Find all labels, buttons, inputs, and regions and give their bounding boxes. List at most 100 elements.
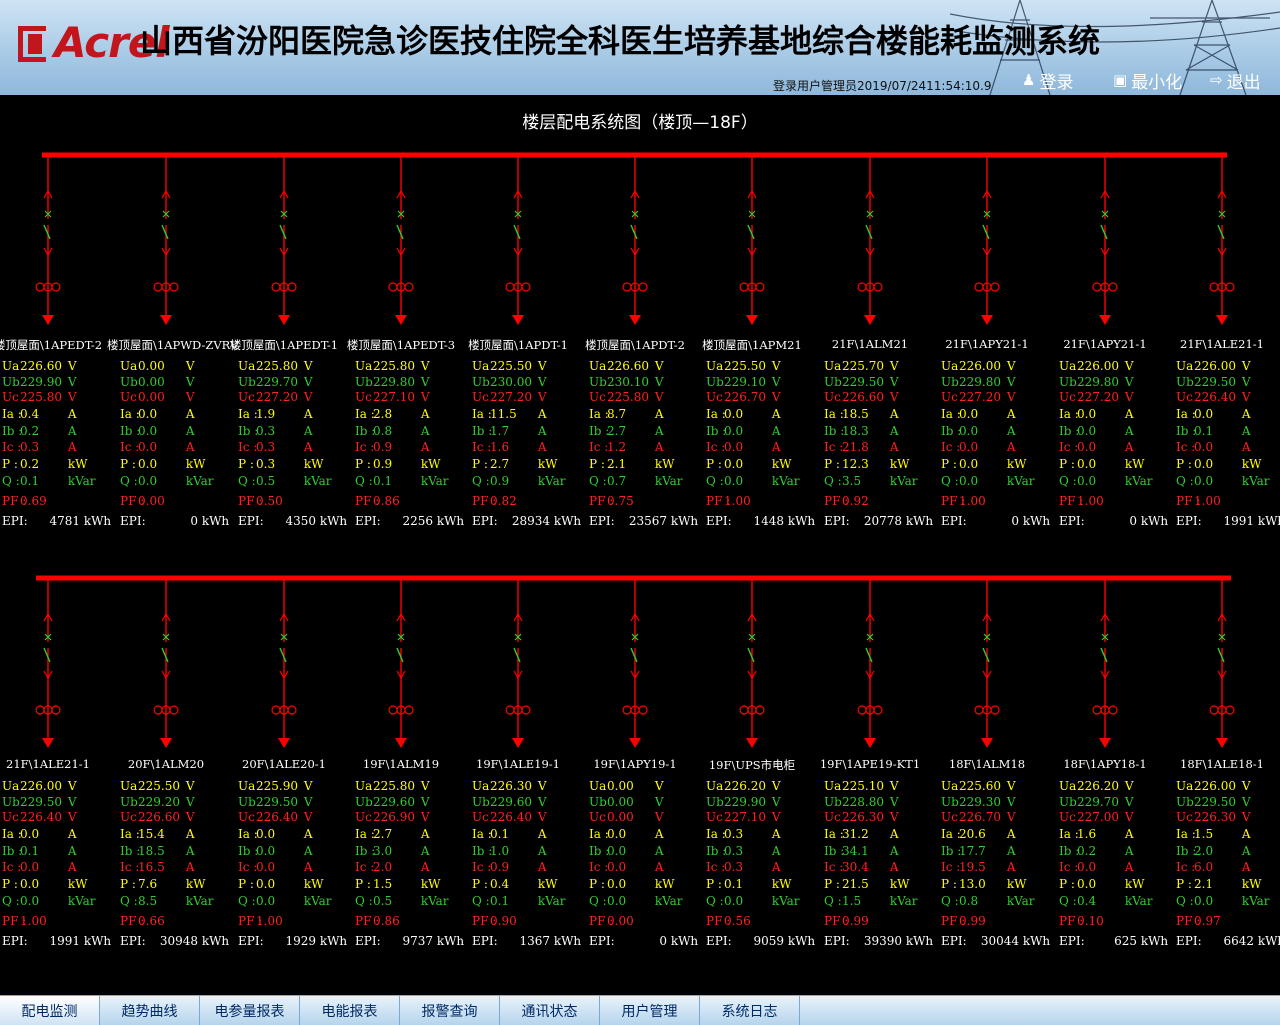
value-ib: 1.0 (490, 844, 510, 858)
value-pf: 0.56 (724, 914, 751, 928)
reading-epi: EPI: 9059 kWh (706, 934, 816, 948)
value-ia: 0.3 (724, 827, 744, 841)
tab-7[interactable]: 系统日志 (700, 996, 800, 1025)
reading-ic: Ic :0.0 A (589, 860, 664, 874)
value-p: 0.2 (20, 457, 40, 471)
value-epi: 1367 (519, 934, 550, 948)
value-uc: 226.90 (373, 810, 415, 824)
value-ia: 0.0 (607, 827, 627, 841)
switch-icon (982, 224, 990, 240)
ct-icon (35, 705, 45, 715)
value-ua: 225.90 (256, 779, 298, 793)
value-ub: 229.30 (959, 795, 1001, 809)
reading-ia: Ia :0.0 A (120, 407, 195, 421)
reading-pf: PF :0.99 (824, 914, 890, 930)
value-epi: 625 (1114, 934, 1137, 948)
reading-uc: Uc227.10 V (355, 390, 430, 404)
tab-3[interactable]: 电能报表 (300, 996, 400, 1025)
tab-1[interactable]: 趋势曲线 (100, 996, 200, 1025)
value-uc: 227.20 (256, 390, 298, 404)
reading-q: Q :0.1 kVar (472, 894, 566, 908)
ct-icon (974, 705, 984, 715)
reading-epi: EPI: 1929 kWh (238, 934, 348, 948)
reading-epi: EPI: 39390 kWh (824, 934, 934, 948)
reading-ua: Ua226.60 V (589, 359, 664, 373)
reading-ub: Ub229.70 V (1059, 795, 1134, 809)
reading-p: P :0.0 kW (2, 877, 88, 891)
reading-ic: Ic :0.0 A (238, 860, 313, 874)
value-ua: 226.00 (1194, 779, 1236, 793)
reading-uc: Uc226.40 V (1176, 390, 1251, 404)
ct-icon (505, 282, 515, 292)
arrow-icon (864, 315, 876, 325)
tab-0[interactable]: 配电监测 (0, 996, 100, 1025)
reading-epi: EPI: 0 kWh (589, 934, 699, 948)
value-ib: 0.2 (20, 424, 40, 438)
tab-5[interactable]: 通讯状态 (500, 996, 600, 1025)
value-q: 0.0 (1077, 474, 1097, 488)
value-pf: 0.86 (373, 494, 400, 508)
value-ua: 226.60 (20, 359, 62, 373)
reading-epi: EPI: 4350 kWh (238, 514, 348, 528)
reading-ib: Ib :3.0 A (355, 844, 430, 858)
value-ic: 0.0 (1194, 440, 1214, 454)
arrow-icon (160, 315, 172, 325)
reading-ib: Ib :34.1 A (824, 844, 899, 858)
ct-icon (1225, 705, 1235, 715)
reading-ic: Ic :0.0 A (1059, 860, 1134, 874)
reading-pf: PF :0.75 (589, 494, 655, 510)
value-ib: 0.0 (138, 424, 158, 438)
reading-p: P :7.6 kW (120, 877, 206, 891)
reading-epi: EPI: 0 kWh (1059, 514, 1169, 528)
value-epi: 9737 (402, 934, 433, 948)
reading-ic: Ic :0.3 A (238, 440, 313, 454)
ct-icon (1092, 705, 1102, 715)
feeder-name: 19F\1ALM19 (362, 757, 440, 771)
tab-4[interactable]: 报警查询 (400, 996, 500, 1025)
reading-epi: EPI: 0 kWh (120, 514, 230, 528)
value-ic: 2.0 (373, 860, 393, 874)
reading-ub: Ub229.30 V (941, 795, 1016, 809)
reading-ia: Ia :0.3 A (706, 827, 781, 841)
value-p: 12.3 (842, 457, 869, 471)
value-ua: 226.00 (20, 779, 62, 793)
value-q: 0.0 (1194, 474, 1214, 488)
switch-icon (1100, 647, 1108, 663)
tab-2[interactable]: 电参量报表 (200, 996, 300, 1025)
feeder-name: 18F\1ALM18 (948, 757, 1026, 771)
value-uc: 226.40 (256, 810, 298, 824)
ct-icon (622, 705, 632, 715)
reading-ic: Ic :1.2 A (589, 440, 664, 454)
reading-pf: PF :1.00 (1059, 494, 1125, 510)
value-ub: 229.70 (1077, 795, 1119, 809)
reading-ub: Ub229.10 V (706, 375, 781, 389)
value-ib: 3.0 (373, 844, 393, 858)
reading-ia: Ia :15.4 A (120, 827, 195, 841)
reading-ub: Ub229.50 V (1176, 375, 1251, 389)
reading-pf: PF :0.10 (1059, 914, 1125, 930)
reading-ib: Ib :0.0 A (120, 424, 195, 438)
reading-uc: Uc226.40 V (472, 810, 547, 824)
value-q: 0.0 (256, 894, 276, 908)
reading-q: Q :0.4 kVar (1059, 894, 1153, 908)
reading-ib: Ib :0.2 A (2, 424, 77, 438)
reading-ia: Ia :0.0 A (706, 407, 781, 421)
value-pf: 0.90 (490, 914, 517, 928)
reading-ia: Ia :0.0 A (1059, 407, 1134, 421)
reading-ub: Ub229.70 V (238, 375, 313, 389)
value-ib: 0.0 (607, 844, 627, 858)
value-p: 7.6 (138, 877, 158, 891)
value-ub: 229.50 (842, 375, 884, 389)
reading-q: Q :0.0 kVar (706, 474, 800, 488)
reading-ib: Ib :0.0 A (238, 844, 313, 858)
value-ub: 229.60 (373, 795, 415, 809)
value-ib: 2.7 (607, 424, 627, 438)
ct-icon (505, 705, 515, 715)
switch-icon (396, 224, 404, 240)
ct-icon (873, 282, 883, 292)
reading-q: Q :0.0 kVar (238, 894, 332, 908)
tab-6[interactable]: 用户管理 (600, 996, 700, 1025)
reading-uc: Uc227.20 V (238, 390, 313, 404)
value-ic: 0.3 (20, 440, 40, 454)
value-q: 0.1 (490, 894, 510, 908)
